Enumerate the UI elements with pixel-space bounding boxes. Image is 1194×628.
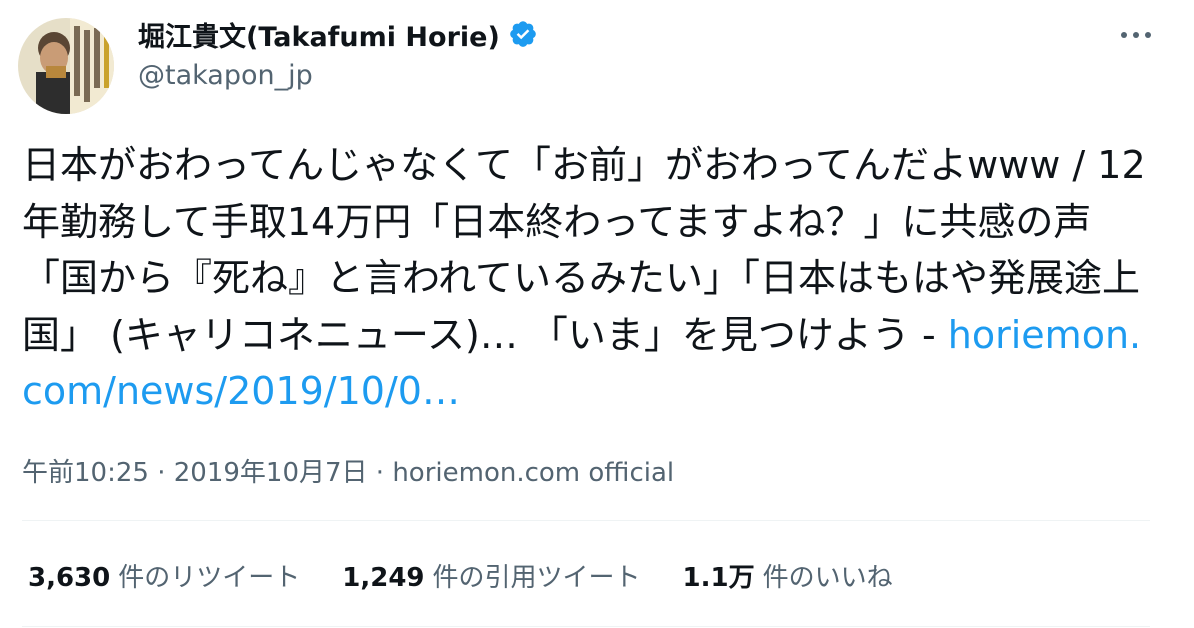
likes-label: 件のいいね xyxy=(762,563,893,593)
retweets-count: 3,630 xyxy=(28,563,111,593)
more-options-icon[interactable] xyxy=(1114,20,1158,50)
engagement-stats: 3,630 件のリツイート 1,249 件の引用ツイート 1.1万 件のいいね xyxy=(28,557,935,594)
retweets-stat[interactable]: 3,630 件のリツイート xyxy=(28,557,300,594)
quotes-stat[interactable]: 1,249 件の引用ツイート xyxy=(342,557,640,594)
author-handle[interactable]: @takapon_jp xyxy=(138,60,538,91)
author-display-name[interactable]: 堀江貴文(Takafumi Horie) xyxy=(138,15,500,54)
quotes-label: 件の引用ツイート xyxy=(432,563,641,593)
meta-separator: · xyxy=(367,458,393,488)
likes-count: 1.1万 xyxy=(682,563,755,593)
quotes-count: 1,249 xyxy=(342,563,425,593)
tweet-text: 日本がおわってんじゃなくて「お前」がおわってんだよwww / 12年勤務して手取… xyxy=(22,137,1152,420)
tweet-card: 堀江貴文(Takafumi Horie) @takapon_jp 日本がおわって… xyxy=(0,0,1194,628)
author-block: 堀江貴文(Takafumi Horie) @takapon_jp xyxy=(138,14,538,91)
tweet-source[interactable]: horiemon.com official xyxy=(392,458,674,488)
tweet-date[interactable]: 2019年10月7日 xyxy=(174,458,368,488)
meta-separator: · xyxy=(148,458,174,488)
likes-stat[interactable]: 1.1万 件のいいね xyxy=(683,557,893,594)
verified-badge-icon xyxy=(510,21,536,47)
author-avatar[interactable] xyxy=(18,18,114,114)
divider xyxy=(22,520,1150,521)
divider xyxy=(22,626,1150,627)
avatar-image xyxy=(18,18,114,114)
name-row: 堀江貴文(Takafumi Horie) xyxy=(138,14,538,54)
retweets-label: 件のリツイート xyxy=(118,563,301,593)
tweet-metadata: 午前10:25 · 2019年10月7日 · horiemon.com offi… xyxy=(22,452,674,489)
tweet-time[interactable]: 午前10:25 xyxy=(22,458,149,488)
